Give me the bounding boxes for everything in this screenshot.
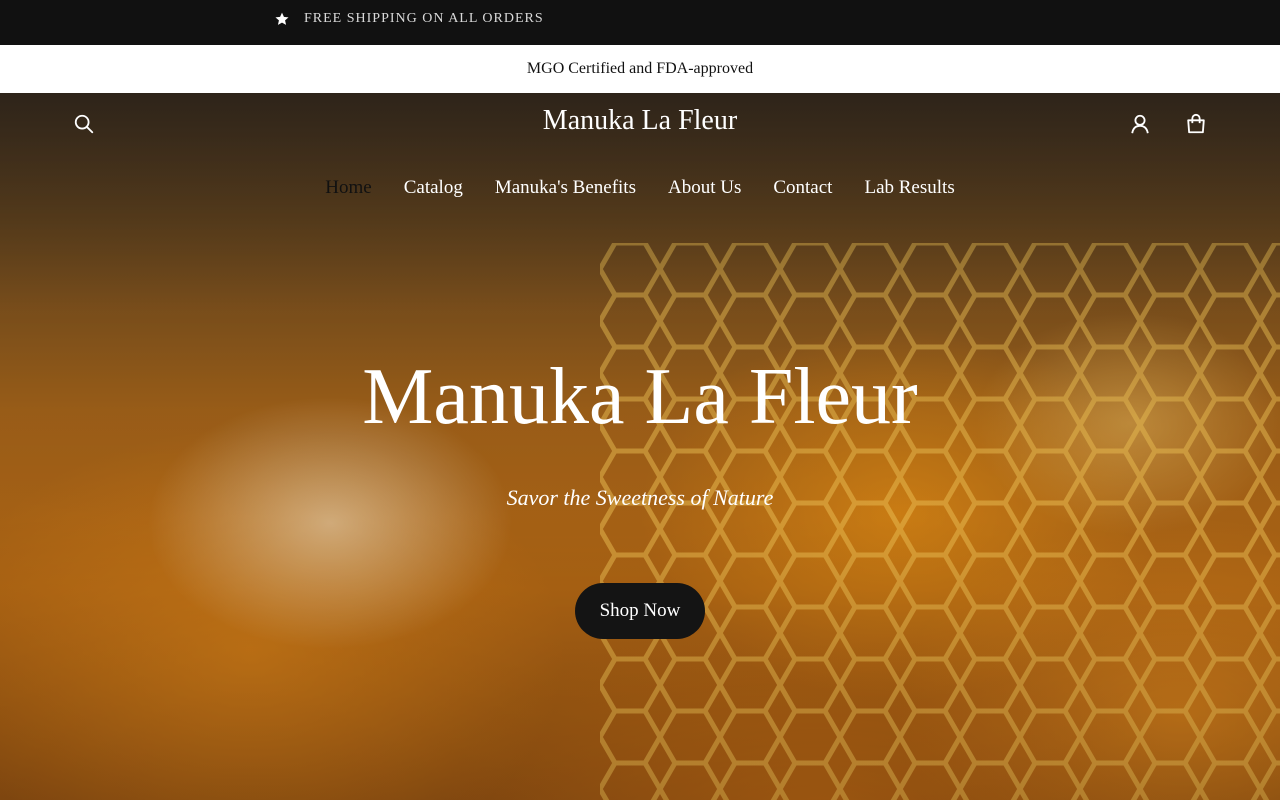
main-nav: Home Catalog Manuka's Benefits About Us …	[0, 177, 1280, 199]
nav-item-manukas-benefits[interactable]: Manuka's Benefits	[495, 177, 636, 199]
star-icon	[275, 12, 289, 25]
site-logo[interactable]: Manuka La Fleur	[0, 105, 1280, 137]
hero-banner: Manuka La Fleur Home Catalog Manuka's Be…	[0, 93, 1280, 800]
hero-title: Manuka La Fleur	[362, 353, 918, 441]
nav-item-lab-results[interactable]: Lab Results	[864, 177, 954, 199]
announcement-bar: FREE SHIPPING ON ALL ORDERS	[0, 0, 1280, 45]
nav-item-contact[interactable]: Contact	[773, 177, 832, 199]
announcement-item: FREE SHIPPING ON ALL ORDERS	[274, 11, 544, 27]
announcement-text: FREE SHIPPING ON ALL ORDERS	[304, 11, 544, 26]
hero-overlay	[0, 93, 1280, 800]
site-header: Manuka La Fleur	[0, 93, 1280, 155]
nav-item-about-us[interactable]: About Us	[668, 177, 741, 199]
nav-item-home[interactable]: Home	[325, 177, 371, 199]
account-button[interactable]	[1128, 112, 1152, 136]
sub-announcement-text: MGO Certified and FDA-approved	[526, 60, 754, 77]
shop-now-button[interactable]: Shop Now	[575, 583, 705, 639]
sub-announcement-bar: MGO Certified and FDA-approved	[0, 45, 1280, 93]
nav-item-catalog[interactable]: Catalog	[404, 177, 463, 199]
cart-icon	[1187, 113, 1205, 134]
hero-subtitle: Savor the Sweetness of Nature	[506, 485, 774, 510]
account-icon	[1131, 114, 1149, 134]
cart-button[interactable]	[1184, 112, 1208, 136]
